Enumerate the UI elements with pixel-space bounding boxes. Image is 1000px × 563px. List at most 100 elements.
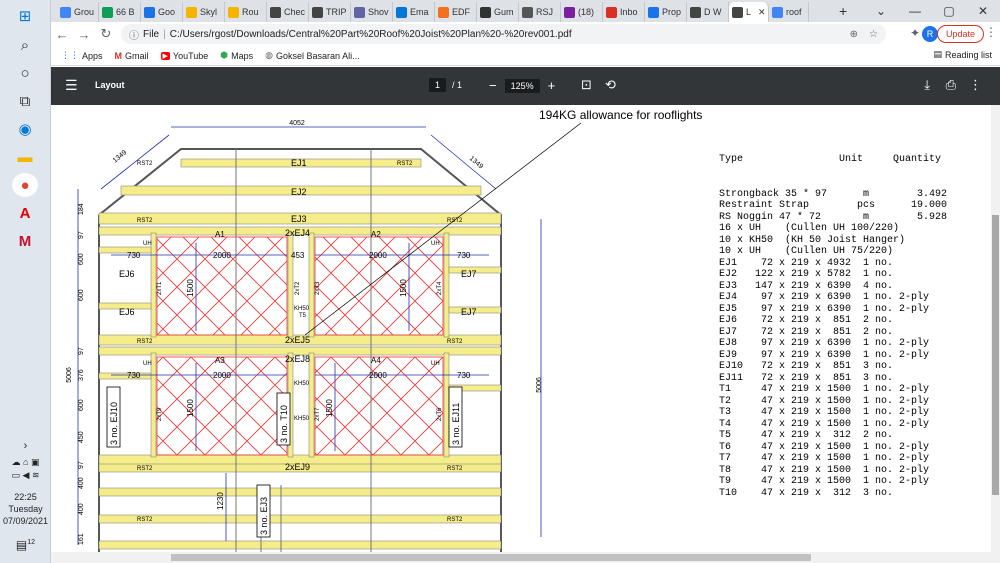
browser-tab[interactable]: Gum: [477, 2, 519, 22]
print-icon[interactable]: ⎙: [946, 77, 956, 93]
extensions-icon[interactable]: ✦: [910, 26, 920, 40]
browser-tab[interactable]: Ema: [393, 2, 435, 22]
dim-v600a: 600: [78, 253, 85, 265]
schedule-row: EJ5 97 x 219 x 6390 1 no. 2-ply: [719, 303, 930, 315]
browser-tab[interactable]: Prop: [645, 2, 687, 22]
vertical-scroll-thumb[interactable]: [992, 215, 999, 495]
browser-tab[interactable]: Chec: [267, 2, 309, 22]
zoom-out-button[interactable]: −: [489, 78, 497, 93]
schedule-row: T5 47 x 219 x 312 2 no.: [719, 430, 894, 441]
zoom-controls: − 125% +: [489, 78, 555, 93]
file-explorer-icon[interactable]: ▬: [12, 145, 38, 169]
acrobat-icon[interactable]: A: [12, 201, 38, 225]
browser-tab[interactable]: Shov: [351, 2, 393, 22]
dim-v450: 450: [78, 431, 85, 443]
bookmark-maps[interactable]: ⬢ Maps: [220, 50, 253, 61]
search-icon[interactable]: ⌕: [12, 33, 38, 57]
tab-label: D W: [704, 7, 722, 17]
browser-tab[interactable]: Rou: [225, 2, 267, 22]
notification-icon[interactable]: ▤12: [0, 538, 51, 552]
clock-date[interactable]: 07/09/2021: [0, 516, 51, 526]
reading-list-label: Reading list: [944, 49, 992, 60]
browser-tab[interactable]: EDF: [435, 2, 477, 22]
cortana-icon[interactable]: ○: [12, 61, 38, 85]
back-button[interactable]: ←: [51, 27, 73, 42]
zoom-input[interactable]: 125%: [504, 78, 540, 93]
dim-v376: 376: [78, 369, 85, 381]
pdf-title: Layout: [95, 80, 125, 90]
bookmark-apps-label: Apps: [82, 50, 103, 61]
tab-favicon-icon: [60, 6, 71, 18]
tray-icons-2[interactable]: ▭ ◀ ≋: [0, 470, 51, 481]
reading-list-button[interactable]: ▤ Reading list: [933, 49, 992, 60]
chrome-icon[interactable]: ●: [12, 173, 38, 197]
pdf-toolbar: ☰ Layout 1 / 1 − 125% + ⊡ ⟲ ⤓ ⎙ ⋮: [51, 67, 1000, 105]
label-a4: A4: [371, 356, 381, 365]
page-input[interactable]: 1: [429, 78, 447, 92]
label-ej8: 2xEJ8: [285, 354, 310, 364]
tray-icons[interactable]: ☁ ⌂ ▣: [0, 457, 51, 468]
browser-tab[interactable]: L ✕: [729, 2, 769, 22]
label-ej4: 2xEJ4: [285, 228, 310, 238]
browser-tab[interactable]: Skyl: [183, 2, 225, 22]
tray-expand-icon[interactable]: ›: [0, 440, 51, 452]
close-window-button[interactable]: ✕: [966, 0, 1000, 22]
tab-strip: Grou 66 B Goo Skyl Rou Chec TRIP Shov Ema EDF Gum R…: [51, 0, 1000, 22]
bookmark-youtube[interactable]: ▶ YouTube: [160, 50, 209, 61]
dim-2000b: 2000: [369, 251, 387, 260]
address-bar[interactable]: ⓘ File | C:/Users/rgost/Downloads/Centra…: [121, 24, 886, 44]
horizontal-scrollbar[interactable]: [51, 552, 1000, 563]
label-rst-2: RST2: [397, 161, 413, 167]
dim-2000a: 2000: [213, 251, 231, 260]
bookmark-goksel[interactable]: ◍ Goksel Basaran Ali...: [265, 50, 359, 61]
reload-button[interactable]: ↻: [95, 26, 117, 42]
schedule-row: EJ6 72 x 219 x 851 2 no.: [719, 315, 894, 326]
pdf-menu-icon[interactable]: ☰: [65, 77, 78, 94]
browser-tab[interactable]: Inbo: [603, 2, 645, 22]
browser-tab[interactable]: roof: [769, 2, 809, 22]
more-options-icon[interactable]: ⋮: [969, 77, 982, 93]
windows-start-icon[interactable]: ⊞: [12, 4, 38, 28]
download-icon[interactable]: ⤓: [924, 77, 930, 93]
dim-730c: 730: [127, 371, 141, 380]
browser-tab[interactable]: TRIP: [309, 2, 351, 22]
tab-favicon-icon: [186, 6, 197, 18]
bookmark-gmail[interactable]: M Gmail: [115, 51, 149, 61]
browser-tab[interactable]: D W: [687, 2, 729, 22]
minimize-button[interactable]: —: [898, 0, 932, 22]
zoom-in-button[interactable]: +: [548, 78, 556, 93]
tab-search-icon[interactable]: ⌄: [864, 0, 898, 22]
schedule-row: T8 47 x 219 x 1500 1 no. 2-ply: [719, 464, 930, 476]
browser-tab[interactable]: Goo: [141, 2, 183, 22]
close-tab-icon[interactable]: ✕: [758, 7, 766, 18]
pdf-viewer[interactable]: 4052 5006 5006 1349 1349 EJ1 EJ2 EJ3 2xE…: [51, 105, 1000, 552]
browser-tab[interactable]: (18): [561, 2, 603, 22]
browser-tab[interactable]: Grou: [57, 2, 99, 22]
info-icon[interactable]: ⓘ: [129, 27, 139, 42]
chrome-menu-icon[interactable]: ⋮: [985, 25, 997, 39]
task-view-icon[interactable]: ⧉: [12, 89, 38, 113]
edge-icon[interactable]: ◉: [12, 117, 38, 141]
tab-label: Chec: [284, 7, 306, 17]
vertical-scrollbar[interactable]: [991, 105, 1000, 552]
fit-page-icon[interactable]: ⊡: [581, 77, 592, 93]
update-button[interactable]: Update: [936, 25, 984, 43]
profile-avatar[interactable]: R: [922, 26, 938, 42]
zoom-icon[interactable]: ⊕: [850, 29, 858, 40]
label-t7: 2xT7: [315, 407, 321, 421]
browser-tab[interactable]: 66 B: [99, 2, 141, 22]
maximize-button[interactable]: ▢: [932, 0, 966, 22]
rotate-icon[interactable]: ⟲: [605, 77, 616, 93]
clock-time[interactable]: 22:25: [0, 492, 51, 502]
tab-favicon-icon: [312, 6, 323, 18]
dim-1500d: 1500: [325, 399, 334, 417]
mcafee-icon[interactable]: M: [12, 229, 38, 253]
clock-day[interactable]: Tuesday: [0, 504, 51, 514]
bookmark-youtube-label: YouTube: [172, 50, 209, 61]
browser-tab[interactable]: RSJ: [519, 2, 561, 22]
bookmark-apps[interactable]: ⋮⋮ Apps: [61, 50, 103, 61]
bookmark-star-icon[interactable]: ☆: [869, 29, 878, 40]
new-tab-button[interactable]: +: [839, 3, 847, 19]
forward-button[interactable]: →: [73, 27, 95, 42]
horizontal-scroll-thumb[interactable]: [171, 554, 811, 561]
